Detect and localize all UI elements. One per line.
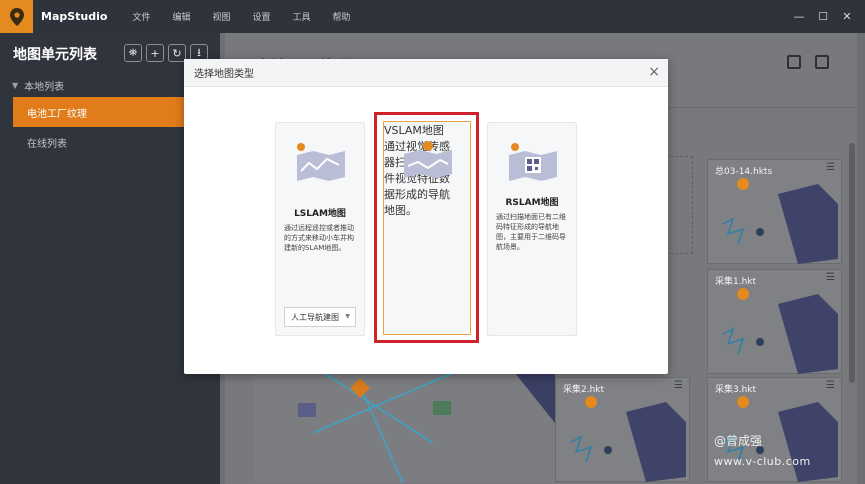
- watermark-author: @曾成强: [714, 434, 763, 448]
- lslam-map-icon: [297, 143, 345, 181]
- window-controls: — ☐ ✕: [787, 0, 859, 33]
- minimize-button[interactable]: —: [787, 7, 811, 27]
- vslam-selection-frame[interactable]: VSLAM地图 通过视觉传感器扫描出的控件视觉特征数据形成的导航地图。: [374, 112, 479, 343]
- lslam-title: LSLAM地图: [294, 209, 346, 219]
- map-card[interactable]: 采集2.hkt ☰: [555, 377, 690, 482]
- map-thumbnail: [722, 288, 838, 374]
- dialog-header: 选择地图类型: [184, 59, 668, 87]
- hamburger-icon[interactable]: ☰: [826, 272, 835, 283]
- map-card[interactable]: 采集1.hkt ☰: [707, 269, 842, 374]
- map-import-icon[interactable]: [787, 55, 801, 69]
- file-export-icon[interactable]: [815, 55, 829, 69]
- sidebar-title: 地图单元列表: [13, 47, 97, 63]
- rslam-title: RSLAM地图: [505, 198, 559, 208]
- dialog-title: 选择地图类型: [194, 69, 254, 80]
- menu-help[interactable]: 帮助: [333, 10, 351, 23]
- hamburger-icon[interactable]: ☰: [674, 380, 683, 391]
- add-icon[interactable]: +: [146, 44, 164, 62]
- lslam-option-card[interactable]: LSLAM地图 通过远程遥控或者推动的方式来移动小车并构建新的SLAM地图。 人…: [275, 122, 365, 336]
- lslam-description: 通过远程遥控或者推动的方式来移动小车并构建新的SLAM地图。: [284, 224, 354, 252]
- tree-group-local-label: 本地列表: [24, 81, 65, 93]
- map-thumbnail: [570, 396, 686, 482]
- rslam-option-card[interactable]: RSLAM地图 通过扫描地面已有二维码特征形成的导航地图，主要用于二维码导航场景…: [487, 122, 577, 336]
- map-pin-icon: [9, 7, 24, 26]
- chevron-down-icon: ▼: [345, 313, 350, 320]
- close-window-button[interactable]: ✕: [835, 7, 859, 27]
- select-map-type-dialog: 选择地图类型 × LSLAM地图 通过远程遥控或者推动的方式来移动小车并构建新的…: [184, 59, 668, 374]
- menu-view[interactable]: 视图: [213, 10, 231, 23]
- close-icon[interactable]: ×: [648, 64, 660, 80]
- menu-tools[interactable]: 工具: [293, 10, 311, 23]
- user-icon[interactable]: ⛯: [124, 44, 142, 62]
- chevron-down-icon: ▼: [12, 80, 19, 90]
- map-thumbnail: [722, 178, 838, 264]
- app-name: MapStudio: [41, 10, 108, 23]
- vslam-map-icon: [404, 141, 452, 178]
- menu-file[interactable]: 文件: [132, 10, 150, 23]
- hamburger-icon[interactable]: ☰: [826, 380, 835, 391]
- vslam-option-card[interactable]: VSLAM地图 通过视觉传感器扫描出的控件视觉特征数据形成的导航地图。: [383, 121, 471, 335]
- menu-settings[interactable]: 设置: [253, 10, 271, 23]
- scrollbar[interactable]: [849, 143, 855, 383]
- app-logo: [0, 0, 33, 33]
- lslam-mode-value: 人工导航建图: [291, 312, 339, 322]
- main-actions: [787, 55, 829, 69]
- title-bar: MapStudio 文件 编辑 视图 设置 工具 帮助 — ☐ ✕: [0, 0, 865, 33]
- rslam-description: 通过扫描地面已有二维码特征形成的导航地图，主要用于二维码导航场景。: [496, 213, 566, 251]
- map-card[interactable]: 总03-14.hkts ☰: [707, 159, 842, 264]
- vslam-title: VSLAM地图: [384, 124, 444, 137]
- hamburger-icon[interactable]: ☰: [826, 162, 835, 173]
- menu-edit[interactable]: 编辑: [172, 10, 190, 23]
- lslam-mode-select[interactable]: 人工导航建图 ▼: [284, 307, 356, 327]
- rslam-qrcode-map-icon: [509, 143, 557, 181]
- watermark-site: www.v-club.com: [714, 455, 811, 468]
- maximize-button[interactable]: ☐: [811, 7, 835, 27]
